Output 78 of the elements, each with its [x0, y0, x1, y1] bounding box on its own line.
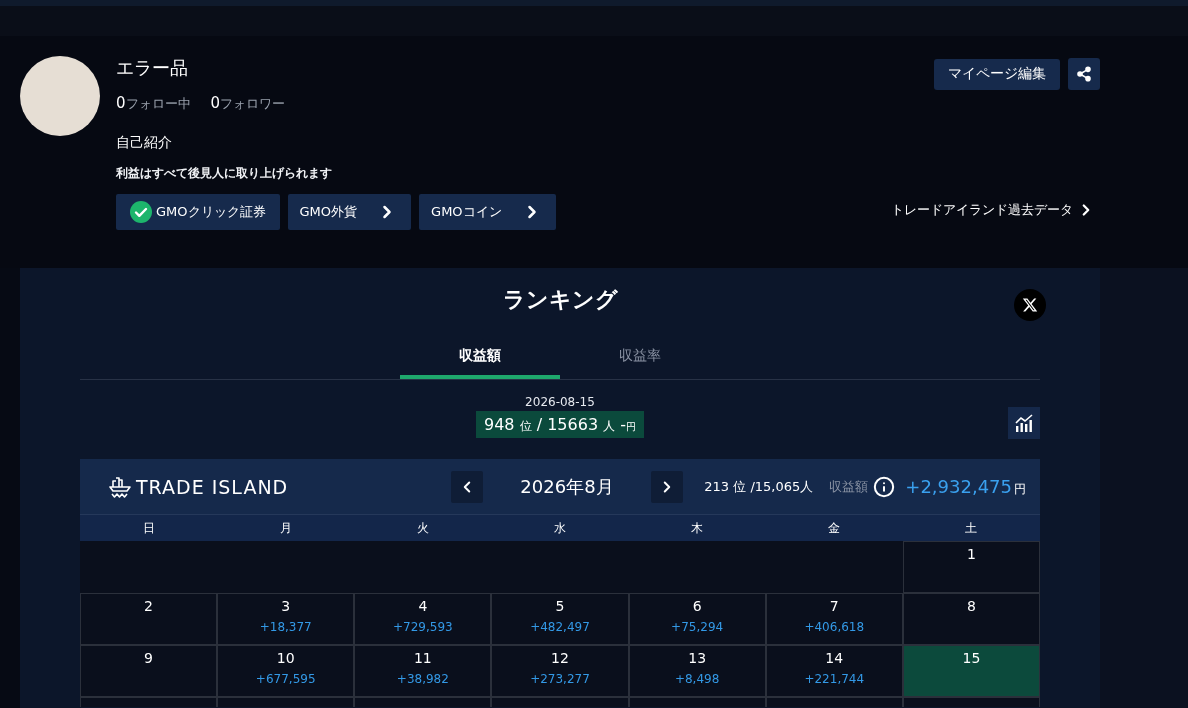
follower-count[interactable]: 0フォロワー [210, 94, 286, 113]
day-profit: +273,277 [530, 671, 590, 687]
day-number: 15 [962, 649, 981, 667]
weekday-label: 木 [690, 520, 705, 537]
previous-month-button[interactable] [451, 470, 483, 503]
calendar-day-cell[interactable]: 8 [902, 593, 1040, 645]
user-name: エラー品 [116, 56, 188, 80]
day-number: 9 [144, 649, 154, 667]
past-data-link[interactable]: トレードアイランド過去データ [891, 200, 1095, 220]
chart-icon [1014, 413, 1034, 433]
check-circle-icon [130, 201, 152, 223]
day-profit: +8,498 [674, 671, 720, 687]
day-profit: +482,497 [530, 619, 590, 635]
calendar-day-cell[interactable]: 6 +75,294 [628, 593, 766, 645]
account-button[interactable]: GMOコイン [419, 194, 556, 230]
logo-icon [108, 474, 132, 499]
calendar-day-cell[interactable]: 13 +8,498 [628, 645, 766, 697]
calendar-day-cell[interactable]: 4 +729,593 [354, 593, 492, 645]
calendar-day-cell[interactable]: 12 +273,277 [491, 645, 629, 697]
edit-profile-button[interactable]: マイページ編集 [934, 58, 1060, 90]
weekday-label: 月 [278, 520, 293, 537]
metric-label: 収益額 [829, 477, 869, 496]
x-share-button[interactable] [1014, 289, 1046, 321]
month-label: 2026年8月 [519, 474, 615, 499]
account-button[interactable]: GMOクリック証券 [116, 194, 280, 230]
info-icon[interactable] [873, 475, 896, 498]
day-number: 5 [555, 597, 565, 615]
share-icon [1076, 66, 1092, 82]
day-profit: +729,593 [393, 619, 453, 635]
monthly-rank: 213 位 /15,065人 [704, 477, 814, 496]
calendar-day-cell[interactable]: 11 +38,982 [354, 645, 492, 697]
day-profit: +677,595 [255, 671, 316, 687]
next-month-button[interactable] [651, 470, 683, 503]
account-button[interactable]: GMO外貨 [287, 194, 412, 230]
calendar-day-cell[interactable]: 3 +18,377 [217, 593, 355, 645]
day-number: 13 [688, 649, 707, 667]
calendar-day-cell[interactable]: 5 +482,497 [491, 593, 629, 645]
day-profit: +18,377 [259, 619, 312, 635]
weekday-label: 金 [827, 520, 842, 537]
day-number: 12 [551, 649, 569, 667]
calendar-day-cell[interactable]: 1 [902, 541, 1040, 593]
chart-button[interactable] [1008, 407, 1040, 439]
calendar-day-cell[interactable]: 9 [80, 645, 218, 697]
day-number: 8 [966, 597, 976, 615]
bio-heading: 自己紹介 [116, 133, 172, 151]
bio-text: 利益はすべて後見人に取り上げられます [116, 165, 332, 181]
day-profit: +38,982 [396, 671, 449, 687]
weekday-label: 日 [141, 520, 156, 537]
day-number: 4 [418, 597, 428, 615]
day-number: 6 [692, 597, 702, 615]
following-count[interactable]: 0フォロー中 [116, 94, 191, 113]
share-button[interactable] [1068, 58, 1100, 90]
rank-badge: 948 位 / 15663 人 -円 [475, 411, 645, 438]
ranking-date: 2026-08-15 [525, 395, 595, 409]
calendar-day-cell[interactable]: 2 [80, 593, 218, 645]
day-number: 14 [825, 649, 844, 667]
day-profit: +406,618 [804, 619, 865, 635]
day-number: 2 [144, 597, 154, 615]
calendar-day-cell[interactable]: 7 +406,618 [765, 593, 903, 645]
day-number: 3 [281, 597, 291, 615]
weekday-label: 土 [964, 520, 979, 537]
calendar-day-cell[interactable]: 10 +677,595 [217, 645, 355, 697]
ranking-tab[interactable]: 収益率 [560, 335, 720, 379]
day-profit: +221,744 [804, 671, 865, 687]
logo-text: TRADE ISLAND [136, 475, 289, 498]
ranking-tab[interactable]: 収益額 [400, 335, 560, 379]
weekday-label: 水 [553, 520, 567, 537]
monthly-profit: +2,932,475 円 [905, 475, 1026, 498]
day-number: 7 [829, 597, 839, 615]
calendar-day-cell[interactable]: 15 [902, 645, 1040, 697]
ranking-title: ランキング [502, 286, 618, 314]
day-number: 10 [276, 649, 295, 667]
x-logo-icon [1022, 297, 1038, 313]
calendar-day-cell[interactable]: 14 +221,744 [765, 645, 903, 697]
weekday-label: 火 [415, 520, 430, 537]
day-number: 1 [966, 545, 976, 563]
day-number: 11 [413, 649, 432, 667]
day-profit: +75,294 [671, 619, 724, 635]
